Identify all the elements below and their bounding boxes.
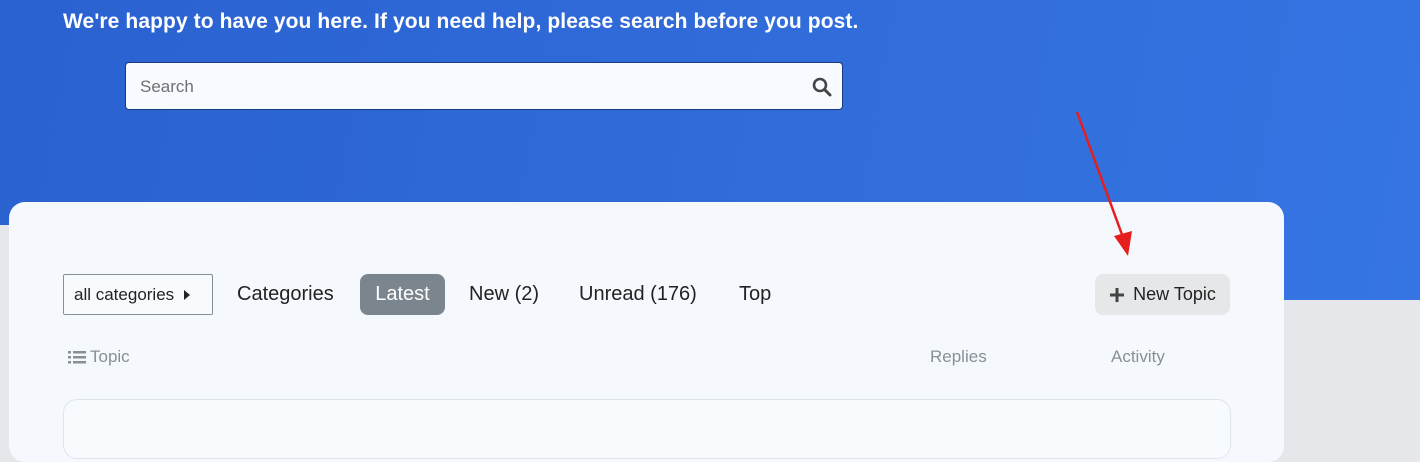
welcome-message: We're happy to have you here. If you nee… bbox=[63, 10, 859, 33]
topic-row[interactable] bbox=[63, 399, 1231, 459]
column-replies[interactable]: Replies bbox=[930, 347, 987, 367]
new-topic-label: New Topic bbox=[1133, 284, 1216, 304]
nav-categories[interactable]: Categories bbox=[223, 274, 348, 315]
search-icon[interactable] bbox=[812, 77, 832, 97]
nav-new[interactable]: New (2) bbox=[455, 274, 553, 315]
nav-top[interactable]: Top bbox=[725, 274, 785, 315]
caret-right-icon bbox=[184, 289, 191, 300]
search-box[interactable] bbox=[125, 62, 843, 111]
nav-latest[interactable]: Latest bbox=[360, 274, 445, 315]
column-activity[interactable]: Activity bbox=[1111, 347, 1165, 367]
nav-unread[interactable]: Unread (176) bbox=[565, 274, 711, 315]
new-topic-button[interactable]: New Topic bbox=[1095, 274, 1230, 315]
category-dropdown-label: all categories bbox=[74, 284, 175, 304]
plus-icon bbox=[1110, 287, 1125, 302]
column-topic[interactable]: Topic bbox=[68, 347, 130, 367]
list-icon bbox=[68, 351, 86, 364]
column-topic-label: Topic bbox=[90, 347, 130, 366]
category-dropdown[interactable]: all categories bbox=[63, 274, 213, 315]
search-input[interactable] bbox=[138, 63, 802, 111]
